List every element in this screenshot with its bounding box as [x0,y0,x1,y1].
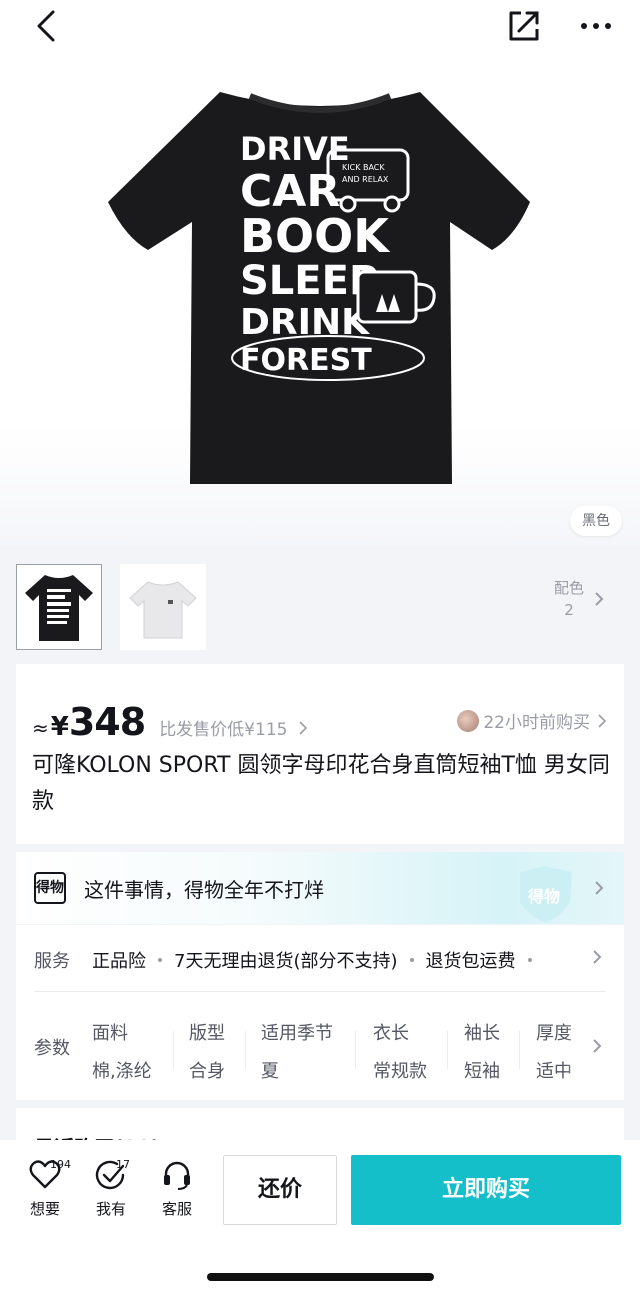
params-label: 参数 [34,1038,70,1059]
customer-service-button[interactable]: 客服 [152,1160,202,1219]
promo-banner[interactable]: 得物 这件事情，得物全年不打烊 得物 [16,852,624,924]
want-count: 194 [50,1158,71,1171]
divider [173,1031,174,1069]
param-key: 版型 [189,1023,225,1044]
more-button[interactable] [574,4,618,48]
recent-buy-link[interactable]: 22小时前购买 [457,708,606,733]
param-value: 合身 [189,1061,225,1082]
have-button[interactable]: 17 我有 [86,1158,136,1219]
bargain-button[interactable]: 还价 [223,1155,337,1225]
param-value: 棉,涤纶 [92,1061,152,1082]
promo-text: 这件事情，得物全年不打烊 [84,878,324,902]
van-text-2: AND RELAX [342,175,389,184]
service-row[interactable]: 服务 正品险 7天无理由退货(部分不支持) 退货包运费 [34,947,544,973]
back-button[interactable] [24,4,68,48]
shield-icon: 得物 [520,866,572,922]
service-item: 7天无理由退货(部分不支持) [174,951,398,972]
service-params-card: 服务 正品险 7天无理由退货(部分不支持) 退货包运费 参数 面料 棉,涤纶 版… [16,925,624,1100]
thumbnail-black-image [25,575,93,641]
thumbnail-strip: 配色 2 [0,548,640,650]
chevron-right-icon [598,713,606,728]
product-image-area[interactable]: DRIVE CAR BOOK SLEEP DRINK FOREST KICK B… [0,0,640,545]
have-label: 我有 [95,1200,126,1218]
price-row: ≈ ¥ 348 比发售价低¥115 [32,700,307,744]
currency-symbol: ¥ [50,712,69,742]
chevron-right-icon [299,721,307,735]
separator-dot [409,958,414,962]
have-count: 17 [116,1158,130,1171]
divider [519,1031,520,1069]
service-item: 正品险 [92,951,146,972]
param-fit: 版型 合身 [189,1015,225,1091]
shirt-text-book: BOOK [240,209,391,263]
thumbnail-white-image [129,581,197,639]
share-icon [509,11,539,41]
param-key: 袖长 [464,1023,500,1044]
chevron-right-icon [595,881,604,895]
buy-now-button[interactable]: 立即购买 [351,1155,621,1225]
service-label: 服务 [34,951,70,972]
price-amount: 348 [68,700,146,744]
recent-buy-text: 22小时前购买 [483,713,590,733]
param-value: 常规款 [373,1061,427,1082]
price-compare-link[interactable]: 比发售价低¥115 [159,715,307,740]
want-button[interactable]: 194 想要 [20,1158,71,1219]
approx-symbol: ≈ [32,716,49,740]
param-key: 适用季节 [261,1023,333,1044]
dewu-logo: 得物 [34,872,66,904]
tshirt-image: DRIVE CAR BOOK SLEEP DRINK FOREST KICK B… [108,92,530,484]
chevron-right-icon [595,592,604,606]
headset-icon [164,1161,190,1190]
param-season: 适用季节 夏 [261,1015,333,1091]
param-value: 夏 [261,1061,279,1082]
van-text-1: KICK BACK [342,163,385,172]
variant-label: 配色 [553,579,584,597]
want-label: 想要 [29,1200,60,1218]
more-icon [581,23,611,29]
param-sleeve: 袖长 短袖 [464,1015,500,1091]
service-item: 退货包运费 [425,951,516,972]
thumbnail-black[interactable] [16,564,102,650]
chevron-right-icon [593,950,602,964]
share-button[interactable] [502,4,546,48]
separator-dot [158,958,162,962]
avatar [457,709,480,732]
back-icon [37,10,55,42]
param-key: 面料 [92,1023,128,1044]
bottom-action-bar: 194 想要 17 我有 客服 还价 立即购买 [0,1140,640,1296]
product-title: 可隆KOLON SPORT 圆领字母印花合身直筒短袖T恤 男女同款 [32,753,610,814]
separator-dot [527,958,532,962]
chevron-right-icon[interactable] [592,1038,602,1054]
divider [447,1031,448,1069]
customer-service-label: 客服 [161,1200,192,1218]
home-indicator [207,1273,434,1281]
param-length: 衣长 常规款 [373,1015,427,1091]
shield-text: 得物 [527,887,560,906]
thumbnail-white[interactable] [120,564,206,650]
color-tag: 黑色 [570,506,622,536]
param-fabric: 面料 棉,涤纶 [92,1015,152,1091]
param-key: 衣长 [373,1023,409,1044]
price-card: ≈ ¥ 348 比发售价低¥115 22小时前购买 可隆KOLON SPORT … [16,664,624,844]
variant-count: 2 [564,601,574,619]
divider [34,991,606,992]
param-value: 短袖 [464,1061,500,1082]
divider [245,1031,246,1069]
top-navigation-bar [0,0,640,56]
color-variant-selector[interactable]: 配色 2 [518,548,640,650]
divider [355,1031,356,1069]
price-compare-text: 比发售价低¥115 [159,720,288,740]
